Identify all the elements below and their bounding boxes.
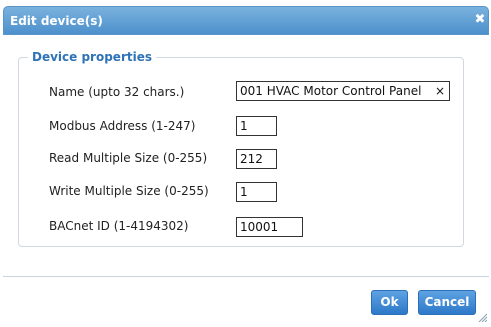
write-multiple-size-label: Write Multiple Size (0-255) [49, 184, 209, 198]
name-label: Name (upto 32 chars.) [49, 85, 185, 99]
close-icon[interactable]: ✖ [474, 13, 486, 27]
name-input[interactable]: 001 HVAC Motor Control Panel [236, 81, 450, 101]
bacnet-id-value: 10001 [240, 220, 279, 234]
write-multiple-size-input[interactable]: 1 [236, 182, 277, 202]
ok-button[interactable]: Ok [371, 290, 408, 315]
write-multiple-size-value: 1 [240, 185, 248, 199]
dialog-title: Edit device(s) [10, 14, 103, 28]
modbus-address-value: 1 [240, 119, 248, 133]
bacnet-id-input[interactable]: 10001 [236, 217, 303, 237]
modbus-address-label: Modbus Address (1-247) [49, 119, 196, 133]
read-multiple-size-label: Read Multiple Size (0-255) [49, 151, 208, 165]
name-input-value: 001 HVAC Motor Control Panel [240, 84, 422, 98]
footer-separator [3, 276, 489, 277]
modbus-address-input[interactable]: 1 [236, 116, 277, 136]
bacnet-id-label: BACnet ID (1-4194302) [49, 219, 189, 233]
clear-icon[interactable]: × [435, 84, 445, 98]
cancel-button[interactable]: Cancel [418, 290, 476, 315]
device-properties-legend: Device properties [28, 50, 156, 65]
dialog-titlebar[interactable]: Edit device(s) ✖ [3, 6, 489, 35]
read-multiple-size-value: 212 [240, 152, 263, 166]
read-multiple-size-input[interactable]: 212 [236, 149, 277, 169]
resize-grip-icon[interactable] [478, 313, 487, 322]
